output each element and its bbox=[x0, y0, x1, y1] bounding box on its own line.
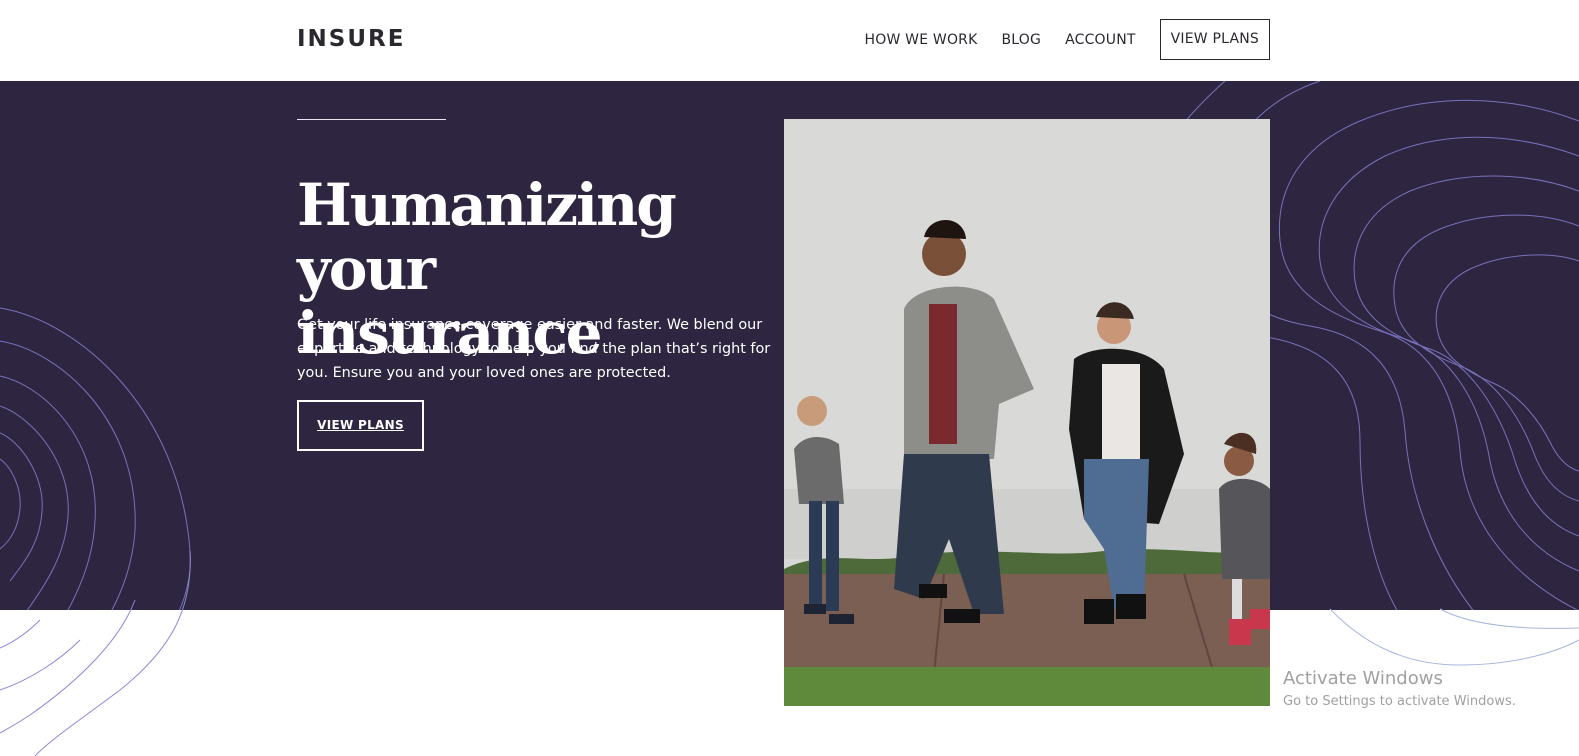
hero-divider bbox=[297, 119, 446, 120]
hero-title-line1: Humanizing your bbox=[297, 171, 677, 303]
view-plans-nav-button[interactable]: VIEW PLANS bbox=[1159, 19, 1270, 60]
site-header: INSURE HOW WE WORK BLOG ACCOUNT VIEW PLA… bbox=[0, 0, 1579, 81]
activate-windows-title: Activate Windows bbox=[1283, 668, 1443, 689]
hero-description: Get your life insurance coverage easier … bbox=[297, 317, 771, 381]
nav-account[interactable]: ACCOUNT bbox=[1065, 32, 1136, 48]
nav-how-we-work[interactable]: HOW WE WORK bbox=[865, 32, 978, 48]
main-nav: HOW WE WORK BLOG ACCOUNT VIEW PLANS bbox=[865, 19, 1270, 60]
hero-image-family bbox=[784, 119, 1270, 706]
logo[interactable]: INSURE bbox=[297, 27, 405, 51]
nav-blog[interactable]: BLOG bbox=[1001, 32, 1041, 48]
view-plans-hero-button[interactable]: VIEW PLANS bbox=[297, 400, 424, 451]
activate-windows-subtitle: Go to Settings to activate Windows. bbox=[1283, 694, 1516, 709]
